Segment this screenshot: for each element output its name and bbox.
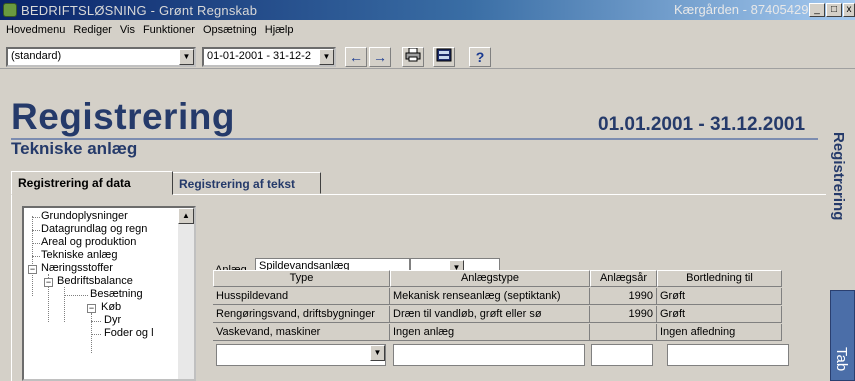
close-button[interactable]: x [843,3,855,17]
tree-line [32,256,40,257]
tree-item-dyr[interactable]: Dyr [104,314,121,326]
table-cell-type[interactable]: Husspildevand [213,288,390,305]
tree-item-bedriftsbalance[interactable]: Bedriftsbalance [57,275,133,287]
side-tab-label: Tab [833,347,850,372]
tree-item-naeringsstoffer[interactable]: Næringsstoffer [41,262,113,274]
table-cell-anlaegstype[interactable]: Mekanisk renseanlæg (septiktank) [390,288,590,305]
toolbar: (standard) ▼ 01-01-2001 - 31-12-2 ▼ ← → … [0,41,855,69]
tree-line [32,230,40,231]
printer-icon [405,47,421,62]
collapse-icon[interactable]: − [44,278,53,287]
back-arrow-button[interactable]: ← [345,47,367,67]
tree-item-foder[interactable]: Foder og l [104,327,154,339]
window-title-company: Kærgården - 87405429 [674,2,809,17]
table-cell-anlaegstype[interactable]: Dræn til vandløb, grøft eller sø [390,306,590,323]
anlaegstype-input[interactable] [393,344,585,366]
collapse-icon[interactable]: − [28,265,37,274]
tab-registrering-tekst[interactable]: Registrering af tekst [172,172,321,194]
table-cell-anlaegsaar[interactable]: 1990 [590,288,657,305]
tree-line [64,287,65,322]
tree-line [32,217,40,218]
menu-vis[interactable]: Vis [116,24,139,36]
tree-item-grundoplysninger[interactable]: Grundoplysninger [41,210,128,222]
side-panel: Registrering Tab [826,70,855,381]
table-header-bortledning[interactable]: Bortledning til [657,270,782,287]
tree-line [91,334,101,335]
print-button[interactable] [402,47,424,67]
anlaegsaar-input[interactable] [591,344,653,366]
question-mark-icon: ? [475,49,485,65]
tree-scrollbar[interactable]: ▲ [178,208,194,379]
navigation-tree[interactable]: Grundoplysninger Datagrundlag og regn Ar… [22,206,196,381]
side-label-registrering: Registrering [830,132,847,221]
table-cell-anlaegsaar[interactable]: 1990 [590,306,657,323]
page-subtitle: Tekniske anlæg [11,139,138,158]
tree-line [91,321,101,322]
page-title: Registrering [11,96,235,137]
calculator-icon [436,48,452,62]
tab-registrering-data[interactable]: Registrering af data [11,171,173,195]
table-header-type[interactable]: Type [213,270,390,287]
calculator-button[interactable] [433,47,455,67]
menu-hovedmenu[interactable]: Hovedmenu [2,24,69,36]
table-cell-anlaegsaar[interactable] [590,324,657,341]
tree-line [32,243,40,244]
tree-item-besaetning[interactable]: Besætning [90,288,143,300]
profile-select-value: (standard) [11,50,62,62]
tree-item-tekniske-anlaeg[interactable]: Tekniske anlæg [41,249,117,261]
table-cell-bortledning[interactable]: Grøft [657,288,782,305]
side-tab-button[interactable]: Tab [830,290,855,381]
help-button[interactable]: ? [469,47,491,67]
table-cell-bortledning[interactable]: Grøft [657,306,782,323]
arrow-left-icon: ← [349,49,363,65]
menu-opsaetning[interactable]: Opsætning [199,24,261,36]
table-cell-anlaegstype[interactable]: Ingen anlæg [390,324,590,341]
tree-item-areal[interactable]: Areal og produktion [41,236,136,248]
collapse-icon[interactable]: − [87,304,96,313]
table-header-anlaegsaar[interactable]: Anlægsår [590,270,657,287]
chevron-down-icon[interactable]: ▼ [319,49,334,65]
menu-bar: Hovedmenu Rediger Vis Funktioner Opsætni… [0,21,855,39]
table-cell-type[interactable]: Vaskevand, maskiner [213,324,390,341]
minimize-button[interactable]: _ [809,3,825,17]
date-range: 01.01.2001 - 31.12.2001 [598,114,806,135]
period-select[interactable]: 01-01-2001 - 31-12-2 ▼ [202,47,336,67]
tree-item-datagrundlag[interactable]: Datagrundlag og regn [41,223,147,235]
table-cell-bortledning[interactable]: Ingen afledning [657,324,782,341]
type-select-input[interactable]: ▼ [216,344,386,366]
arrow-right-icon: → [373,49,387,65]
scroll-up-icon[interactable]: ▲ [178,208,194,224]
window-title-bar[interactable]: BEDRIFTSLØSNING - Grønt Regnskab Kærgård… [0,0,855,20]
menu-rediger[interactable]: Rediger [69,24,116,36]
menu-funktioner[interactable]: Funktioner [139,24,199,36]
app-leaf-icon [3,3,17,17]
tree-line [91,313,92,353]
chevron-down-icon[interactable]: ▼ [370,345,385,361]
forward-arrow-button[interactable]: → [369,47,391,67]
period-select-value: 01-01-2001 - 31-12-2 [207,50,311,62]
table-cell-type[interactable]: Rengøringsvand, driftsbygninger [213,306,390,323]
maximize-button[interactable]: □ [826,3,842,17]
bortledning-input[interactable] [667,344,789,366]
tree-item-koeb[interactable]: Køb [101,301,121,313]
tree-line [64,295,88,296]
window-title: BEDRIFTSLØSNING - Grønt Regnskab [21,2,258,18]
profile-select[interactable]: (standard) ▼ [6,47,196,67]
menu-hjaelp[interactable]: Hjælp [261,24,298,36]
chevron-down-icon[interactable]: ▼ [179,49,194,65]
table-header-anlaegstype[interactable]: Anlægstype [390,270,590,287]
